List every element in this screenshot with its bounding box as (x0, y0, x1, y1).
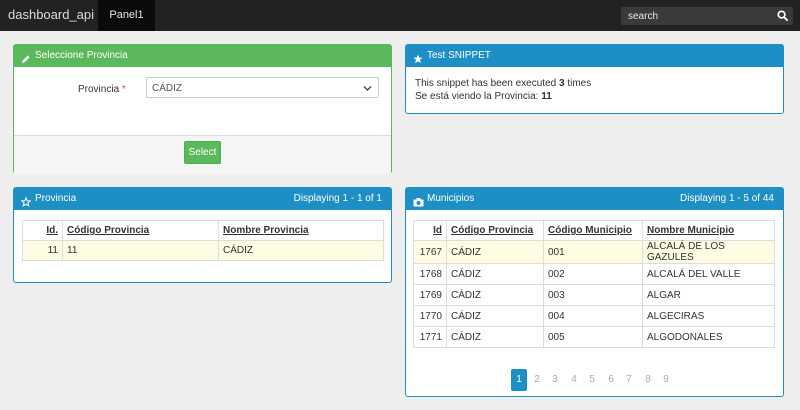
table-cell: 002 (543, 263, 643, 285)
column-header-codigo-provincia[interactable]: Código Provincia (62, 220, 219, 241)
provincia-table: Id. Código Provincia Nombre Provincia 11… (22, 220, 384, 261)
brand-title[interactable]: dashboard_api (8, 7, 94, 22)
provincia-header: Provincia Displaying 1 - 1 of 1 (14, 188, 391, 210)
table-cell: ALCALÁ DEL VALLE (642, 263, 775, 285)
table-cell: 003 (543, 284, 643, 306)
search-box (621, 7, 793, 25)
table-cell: 11 (22, 240, 63, 261)
table-row[interactable]: 1770 CÁDIZ 004 ALGECIRAS (413, 305, 775, 327)
search-input[interactable] (621, 7, 778, 25)
municipios-header: Municipios Displaying 1 - 5 of 44 (406, 188, 783, 210)
nav-tab-panel1[interactable]: Panel1 (98, 0, 155, 31)
table-cell: 1770 (413, 305, 447, 327)
provincia-field-label: Provincia * (78, 84, 126, 95)
table-row[interactable]: 1769 CÁDIZ 003 ALGAR (413, 284, 775, 306)
municipios-table: Id Código Provincia Código Municipio Nom… (413, 220, 775, 348)
search-icon[interactable] (777, 10, 788, 24)
page-link-8[interactable]: 8 (640, 369, 656, 391)
page-link-2[interactable]: 2 (529, 369, 545, 391)
page-link-5[interactable]: 5 (584, 369, 600, 391)
table-cell: 004 (543, 305, 643, 327)
star-outline-icon (20, 194, 32, 216)
table-row[interactable]: 1768 CÁDIZ 002 ALCALÁ DEL VALLE (413, 263, 775, 285)
snippet-body: This snippet has been executed 3 times S… (415, 77, 591, 103)
snippet-line-provincia: Se está viendo la Provincia: 11 (415, 91, 552, 102)
table-cell: CÁDIZ (446, 305, 544, 327)
page-link-4[interactable]: 4 (566, 369, 582, 391)
provincia-displaying: Displaying 1 - 1 of 1 (293, 193, 382, 204)
select-provincia-title: Seleccione Provincia (35, 50, 128, 61)
column-header-codigo-provincia[interactable]: Código Provincia (446, 220, 544, 241)
top-navbar: dashboard_api Panel1 (0, 0, 800, 31)
table-cell: 005 (543, 326, 643, 348)
table-row[interactable]: 1767 CÁDIZ 001 ALCALÁ DE LOS GAZULES (413, 240, 775, 264)
page-link-1[interactable]: 1 (511, 369, 527, 391)
snippet-line-executed: This snippet has been executed 3 times (415, 78, 592, 89)
provincia-value: 11 (541, 91, 552, 102)
page-link-6[interactable]: 6 (603, 369, 619, 391)
table-row[interactable]: 11 11 CÁDIZ (22, 240, 384, 261)
table-cell: ALGAR (642, 284, 775, 306)
municipios-title: Municipios (427, 193, 475, 204)
table-cell: CÁDIZ (446, 240, 544, 264)
test-snippet-panel: Test SNIPPET This snippet has been execu… (405, 44, 784, 114)
provincia-title: Provincia (35, 193, 77, 204)
table-cell: ALGECIRAS (642, 305, 775, 327)
table-row[interactable]: 1771 CÁDIZ 005 ALGODONALES (413, 326, 775, 348)
test-snippet-header: Test SNIPPET (406, 45, 783, 67)
table-header-row: Id Código Provincia Código Municipio Nom… (413, 220, 775, 241)
table-cell: CÁDIZ (446, 263, 544, 285)
table-cell: CÁDIZ (446, 326, 544, 348)
pencil-icon (21, 51, 31, 73)
table-cell: 1768 (413, 263, 447, 285)
page-link-3[interactable]: 3 (547, 369, 563, 391)
table-cell: CÁDIZ (218, 240, 384, 261)
required-mark: * (121, 84, 126, 95)
page-link-9[interactable]: 9 (658, 369, 674, 391)
column-header-id[interactable]: Id (413, 220, 447, 241)
table-cell: 1769 (413, 284, 447, 306)
provincia-select[interactable]: CÁDIZ (146, 77, 379, 98)
table-cell: ALGODONALES (642, 326, 775, 348)
table-cell: CÁDIZ (446, 284, 544, 306)
table-cell: ALCALÁ DE LOS GAZULES (642, 240, 775, 264)
table-cell: 1767 (413, 240, 447, 264)
test-snippet-title: Test SNIPPET (427, 50, 491, 61)
select-provincia-header: Seleccione Provincia (14, 45, 391, 67)
camera-icon (413, 194, 424, 216)
column-header-nombre-municipio[interactable]: Nombre Municipio (642, 220, 775, 241)
page-link-7[interactable]: 7 (621, 369, 637, 391)
municipios-displaying: Displaying 1 - 5 of 44 (680, 193, 774, 204)
chevron-down-icon (363, 84, 372, 95)
star-icon (413, 51, 423, 73)
column-header-nombre-provincia[interactable]: Nombre Provincia (218, 220, 384, 241)
table-cell: 11 (62, 240, 219, 261)
column-header-codigo-municipio[interactable]: Código Municipio (543, 220, 643, 241)
table-cell: 001 (543, 240, 643, 264)
table-header-row: Id. Código Provincia Nombre Provincia (22, 220, 384, 241)
select-button[interactable]: Select (184, 141, 221, 164)
provincia-select-value: CÁDIZ (152, 83, 182, 94)
column-header-id[interactable]: Id. (22, 220, 63, 241)
table-cell: 1771 (413, 326, 447, 348)
